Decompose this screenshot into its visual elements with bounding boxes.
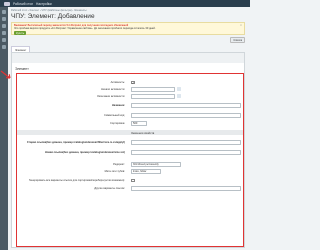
meta-select[interactable]: Index, follow [131, 169, 161, 174]
trial-notice: Внимание! Бесплатный период закончится! … [11, 22, 245, 36]
calendar-icon[interactable] [177, 87, 181, 91]
other-links-label: Другие варианты ссылок: [94, 187, 125, 190]
props-header: Значения свойств [17, 130, 243, 135]
new-url-input[interactable] [131, 150, 241, 155]
other-links-input[interactable] [131, 186, 241, 191]
calendar-icon[interactable] [177, 94, 181, 98]
topbar-item-settings[interactable]: Настройки [36, 2, 52, 6]
sidebar-content-icon[interactable] [2, 17, 6, 21]
active-to-input[interactable] [131, 94, 175, 99]
row-redirect: Редирект: 301 Moved permanently [17, 162, 243, 168]
row-code: Символьный код: [17, 113, 243, 119]
close-icon[interactable]: ✕ [240, 24, 242, 27]
generate-checkbox[interactable] [131, 178, 135, 182]
row-new-url: Новая ссылка(без домена, пример /catalog… [17, 150, 243, 156]
old-url-label: Старая ссылка(без домена, пример /catalo… [26, 141, 125, 144]
page-title: ЧПУ: Элемент: Добавление [11, 13, 95, 20]
redirect-select[interactable]: 301 Moved permanently [131, 162, 181, 167]
sidebar-marketing-icon[interactable] [2, 31, 6, 35]
sidebar-store-icon[interactable] [2, 24, 6, 28]
new-url-label: Новая ссылка(без домена, пример /catalog… [44, 151, 125, 154]
code-input[interactable] [131, 113, 241, 118]
generate-label: Генерировать все варианты ссылок для сор… [28, 179, 125, 182]
active-from-input[interactable] [131, 87, 175, 92]
active-from-label: Начало активности: [101, 88, 125, 91]
topbar-item-desktop[interactable]: Рабочий стол [13, 2, 33, 6]
list-button[interactable]: Список [230, 37, 245, 43]
row-active-to: Окончание активности: [17, 94, 243, 100]
top-admin-bar: Рабочий стол Настройки [0, 0, 250, 7]
breadcrumb[interactable]: Рабочий стол › Контент › ЧПУ (Шаблоны фи… [11, 9, 86, 12]
section-title: Элемент [15, 67, 29, 71]
meta-label: Мета-теги чубов: [104, 170, 125, 173]
active-to-label: Окончание активности: [96, 95, 125, 98]
row-old-url: Старая ссылка(без домена, пример /catalo… [17, 140, 243, 146]
sort-input[interactable]: 500 [131, 121, 147, 126]
notice-info-text: Это пробная версия продукта «1С-Битрикс:… [14, 27, 156, 31]
row-generate: Генерировать все варианты ссылок для сор… [17, 178, 243, 184]
sidebar-desktop-icon[interactable] [2, 10, 6, 14]
sidebar-services-icon[interactable] [2, 38, 6, 42]
toolbar: Список [11, 37, 245, 43]
row-other-links: Другие варианты ссылок: [17, 186, 243, 192]
menu-icon[interactable] [4, 1, 10, 6]
buy-button[interactable]: Купить [14, 31, 27, 36]
props-header-label: Значения свойств [131, 131, 155, 135]
old-url-input[interactable] [131, 140, 241, 145]
name-input[interactable] [131, 103, 241, 108]
code-label: Символьный код: [104, 114, 125, 117]
sort-label: Сортировка: [110, 122, 125, 125]
row-sort: Сортировка: 500 [17, 121, 243, 127]
row-active: Активность: ✓ [17, 80, 243, 86]
redirect-label: Редирект: [113, 163, 125, 166]
row-meta: Мета-теги чубов: Index, follow [17, 169, 243, 175]
row-name: Название: [17, 103, 243, 109]
edit-panel: Элемент Активность: ✓ Начало активности:… [11, 52, 245, 248]
name-label: Название: [111, 104, 125, 107]
panel-header [12, 53, 244, 63]
left-sidebar [0, 7, 8, 250]
active-checkbox[interactable]: ✓ [131, 80, 135, 84]
row-active-from: Начало активности: [17, 87, 243, 93]
sidebar-settings-icon[interactable] [2, 45, 6, 49]
element-form: Активность: ✓ Начало активности: Окончан… [16, 73, 244, 247]
active-label: Активность: [110, 81, 125, 84]
